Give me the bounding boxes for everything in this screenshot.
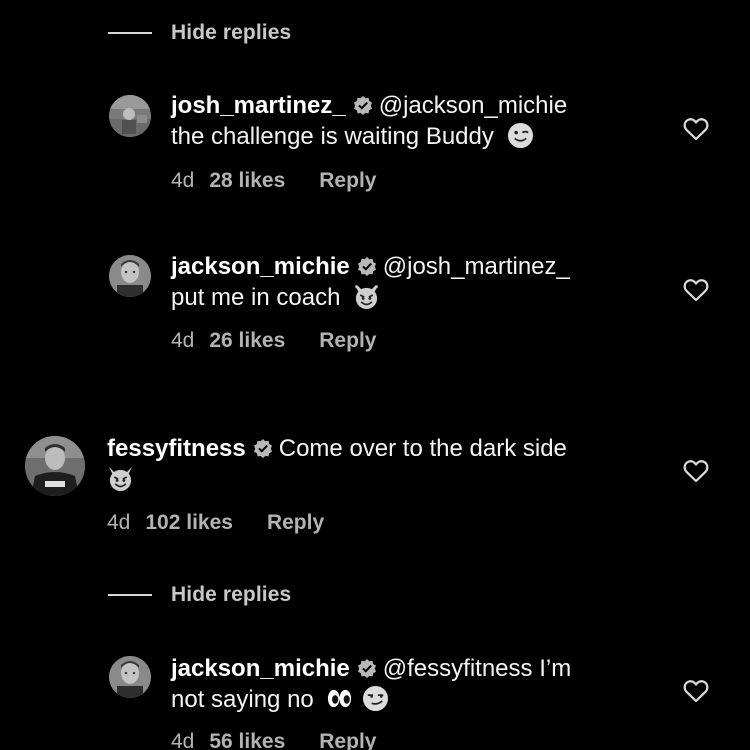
divider-line bbox=[108, 32, 152, 34]
reply-button[interactable]: Reply bbox=[319, 730, 376, 750]
username[interactable]: jackson_michie bbox=[171, 253, 350, 280]
likes-count[interactable]: 56 likes bbox=[209, 730, 285, 750]
comment-text: jackson_michie @josh_martinez_ put me in … bbox=[171, 251, 570, 313]
winking-face-icon bbox=[507, 122, 533, 149]
username[interactable]: josh_martinez_ bbox=[171, 92, 346, 119]
divider-line bbox=[108, 594, 152, 596]
verified-badge-icon bbox=[357, 257, 376, 276]
comment-text: jackson_michie @fessyfitness I’m not sayi… bbox=[171, 653, 571, 715]
avatar[interactable] bbox=[25, 436, 85, 496]
timestamp: 4d bbox=[171, 730, 195, 750]
timestamp: 4d bbox=[107, 511, 131, 534]
comment-body-start: I’m bbox=[539, 655, 572, 682]
comment-meta: 4d 28 likes Reply bbox=[171, 169, 376, 193]
heart-icon[interactable] bbox=[683, 459, 709, 483]
verified-badge-icon bbox=[253, 439, 272, 458]
likes-count[interactable]: 26 likes bbox=[209, 329, 285, 353]
reply-button[interactable]: Reply bbox=[319, 169, 376, 193]
verified-badge-icon bbox=[353, 96, 372, 115]
comment-meta: 4d 26 likes Reply bbox=[171, 329, 376, 353]
smirking-face-icon bbox=[363, 685, 389, 712]
heart-icon[interactable] bbox=[683, 278, 709, 302]
comment-body: put me in coach bbox=[171, 284, 341, 311]
eyes-icon bbox=[328, 689, 352, 708]
comment-meta: 4d 56 likes Reply bbox=[171, 730, 376, 750]
mention-link[interactable]: @josh_martinez_ bbox=[383, 253, 570, 280]
avatar[interactable] bbox=[109, 656, 151, 698]
timestamp: 4d bbox=[171, 329, 195, 352]
mention-link[interactable]: @jackson_michie bbox=[379, 92, 567, 119]
mention-link[interactable]: @fessyfitness bbox=[383, 655, 533, 682]
comment-body: not saying no bbox=[171, 686, 314, 713]
username[interactable]: jackson_michie bbox=[171, 655, 350, 682]
hide-replies-button-2[interactable]: Hide replies bbox=[108, 580, 291, 610]
smiling-imp-icon bbox=[108, 466, 133, 492]
reply-button[interactable]: Reply bbox=[319, 329, 376, 353]
likes-count[interactable]: 102 likes bbox=[145, 511, 233, 535]
timestamp: 4d bbox=[171, 169, 195, 192]
comment-body: the challenge is waiting Buddy bbox=[171, 123, 494, 150]
hide-replies-label: Hide replies bbox=[171, 21, 292, 44]
smiling-imp-icon bbox=[354, 284, 379, 310]
avatar[interactable] bbox=[109, 255, 151, 297]
likes-count[interactable]: 28 likes bbox=[209, 169, 285, 193]
comment-text: fessyfitness Come over to the dark side bbox=[107, 433, 567, 495]
comment-text: josh_martinez_ @jackson_michie the challe… bbox=[171, 90, 567, 152]
username[interactable]: fessyfitness bbox=[107, 435, 246, 462]
comment-meta: 4d 102 likes Reply bbox=[107, 511, 324, 535]
comment-body: Come over to the dark side bbox=[278, 435, 567, 462]
verified-badge-icon bbox=[357, 659, 376, 678]
heart-icon[interactable] bbox=[683, 679, 709, 703]
reply-button[interactable]: Reply bbox=[267, 511, 324, 535]
avatar[interactable] bbox=[109, 95, 151, 137]
heart-icon[interactable] bbox=[683, 117, 709, 141]
hide-replies-label: Hide replies bbox=[171, 583, 292, 606]
hide-replies-button-1[interactable]: Hide replies bbox=[108, 18, 291, 48]
